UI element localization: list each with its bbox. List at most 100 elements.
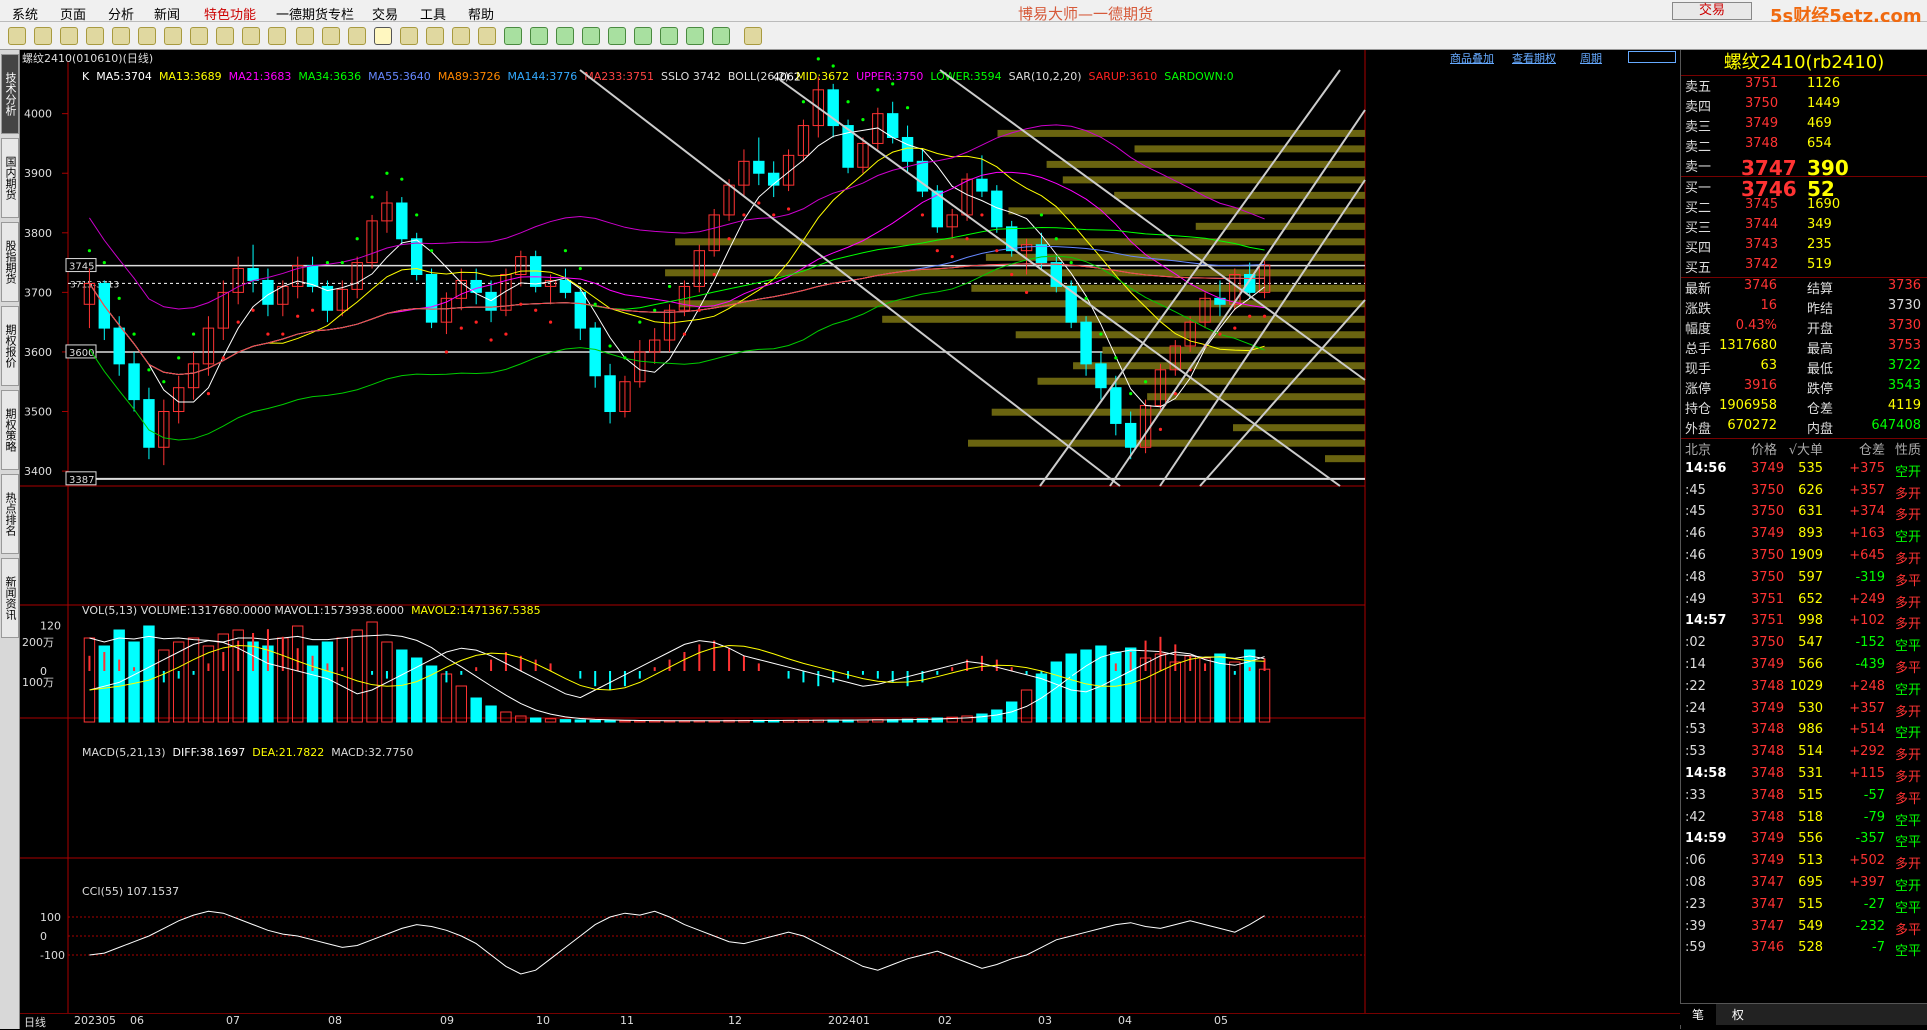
tools-icon[interactable] [268,27,286,45]
tick-row[interactable]: :53 3748 986 +514 空开 [1681,722,1927,744]
tab-option-strategy[interactable]: 期权策略 [1,390,19,470]
tick-row[interactable]: :53 3748 514 +292 多开 [1681,744,1927,766]
zoom-in-icon[interactable] [138,27,156,45]
ask-level-5-p: 3751 [1745,76,1779,91]
tick-n: 多开 [1894,595,1921,611]
tick-row[interactable]: :08 3747 695 +397 空开 [1681,875,1927,897]
tick-n: 空开 [1894,726,1921,742]
search-icon[interactable] [112,27,130,45]
tick-t: 14:59 [1685,831,1727,847]
back-icon[interactable] [8,27,26,45]
tick-row[interactable]: :59 3746 528 -7 空平 [1681,940,1927,962]
table-icon[interactable] [296,27,314,45]
tick-row[interactable]: :46 3750 1909 +645 多开 [1681,548,1927,570]
tick-row[interactable]: :24 3749 530 +357 多开 [1681,701,1927,723]
tick-n: 空平 [1894,813,1921,829]
tick-row[interactable]: :22 3748 1029 +248 空开 [1681,679,1927,701]
period-5m-icon[interactable] [556,27,574,45]
period-1m-icon[interactable] [504,27,522,45]
tick-row[interactable]: 14:58 3748 531 +115 多开 [1681,766,1927,788]
tick-row[interactable]: 14:56 3749 535 +375 空开 [1681,461,1927,483]
tick-row[interactable]: 14:57 3751 998 +102 多开 [1681,613,1927,635]
tick-header-vol[interactable]: √大单 [1789,439,1823,458]
tick-row[interactable]: :33 3748 515 -57 多平 [1681,788,1927,810]
tick-row[interactable]: :46 3749 893 +163 空开 [1681,526,1927,548]
tab-option-quotes[interactable]: 期权报价 [1,306,19,386]
period-60m-icon[interactable] [634,27,652,45]
menu-news[interactable]: 新闻 [154,4,180,23]
tab-index-futures[interactable]: 股指期货 [1,222,19,302]
zoom-out-icon[interactable] [164,27,182,45]
menu-column[interactable]: 一德期货专栏 [276,4,354,23]
menu-analysis[interactable]: 分析 [108,4,134,23]
tick-row[interactable]: :06 3749 513 +502 多开 [1681,853,1927,875]
tick-t: :48 [1685,569,1706,585]
tab-domestic-futures[interactable]: 国内期货 [1,138,19,218]
menu-help[interactable]: 帮助 [468,4,494,23]
period-day-icon[interactable] [374,27,392,45]
price-tick: 3800 [24,227,52,240]
date-label: 06 [130,1014,144,1027]
book-icon[interactable] [60,27,78,45]
tab-ticks[interactable]: 笔 [1680,1004,1717,1025]
tick-c: +397 [1849,874,1885,890]
bid-level-1-l: 买一 [1685,181,1712,196]
tick-row[interactable]: :45 3750 626 +357 多开 [1681,483,1927,505]
tick-c: +374 [1849,504,1885,520]
period-30m-icon[interactable] [608,27,626,45]
tab-rights[interactable]: 权 [1720,1004,1756,1025]
menu-special[interactable]: 特色功能 [204,4,256,23]
period-3m-icon[interactable] [530,27,548,45]
period-week-icon[interactable] [400,27,418,45]
period-month-icon[interactable] [426,27,444,45]
sar-dot [147,368,151,372]
tick-list[interactable]: 14:56 3749 535 +375 空开:45 3750 626 +357 多开:45 375… [1681,461,1927,962]
volume-profile-bar [991,408,1365,416]
menu-system[interactable]: 系统 [12,4,38,23]
period-4h-icon[interactable] [686,27,704,45]
tick-row[interactable]: :48 3750 597 -319 多平 [1681,570,1927,592]
stat-v2: 3543 [1887,378,1921,393]
period-15m-icon[interactable] [582,27,600,45]
menu-trade[interactable]: 交易 [372,4,398,23]
ask-level-3-p: 3749 [1745,116,1779,131]
macd-tick: 120 [40,619,61,632]
indicator-icon[interactable] [348,27,366,45]
tick-row[interactable]: :42 3748 518 -79 空平 [1681,810,1927,832]
tick-row[interactable]: :49 3751 652 +249 多开 [1681,592,1927,614]
pen-icon[interactable] [190,27,208,45]
stat-l1: 最新 [1685,282,1712,297]
period-2h-icon[interactable] [660,27,678,45]
menu-tools[interactable]: 工具 [420,4,446,23]
tick-row[interactable]: :02 3750 547 -152 空平 [1681,635,1927,657]
calculator-icon[interactable] [744,27,762,45]
tick-row[interactable]: :23 3747 515 -27 空平 [1681,897,1927,919]
volume-profile-bar [1037,377,1365,385]
draw-icon[interactable] [216,27,234,45]
tab-news[interactable]: 新闻资讯 [1,558,19,638]
tick-v: 695 [1798,874,1823,890]
period-x-icon[interactable] [478,27,496,45]
period-quarter-icon[interactable] [452,27,470,45]
tick-t: :02 [1685,635,1706,651]
tick-row[interactable]: :45 3750 631 +374 多开 [1681,504,1927,526]
line-chart-icon[interactable] [322,27,340,45]
tick-n: 多开 [1894,748,1921,764]
tick-row[interactable]: :14 3749 566 -439 多平 [1681,657,1927,679]
chart-area[interactable]: 螺纹2410(010610)(日线) 商品叠加 查看期权 周期 K MA5:370… [20,50,1680,1020]
tick-p: 3747 [1751,874,1785,890]
menu-page[interactable]: 页面 [60,4,86,23]
tab-technical[interactable]: 技术分析 [1,54,19,134]
home-icon[interactable] [34,27,52,45]
tick-row[interactable]: 14:59 3749 556 -357 空平 [1681,831,1927,853]
sar-dot [548,320,553,324]
filter-icon[interactable] [242,27,260,45]
bid-level-2-l: 买二 [1685,201,1712,216]
grid-icon[interactable] [86,27,104,45]
tick-row[interactable]: :39 3747 549 -232 多平 [1681,919,1927,941]
tick-n: 空开 [1894,878,1921,894]
tab-hot-ranking[interactable]: 热点排名 [1,474,19,554]
trade-button[interactable]: 交易 [1672,2,1752,20]
period-y-icon[interactable] [712,27,730,45]
bid-level-4-v: 235 [1807,237,1832,252]
